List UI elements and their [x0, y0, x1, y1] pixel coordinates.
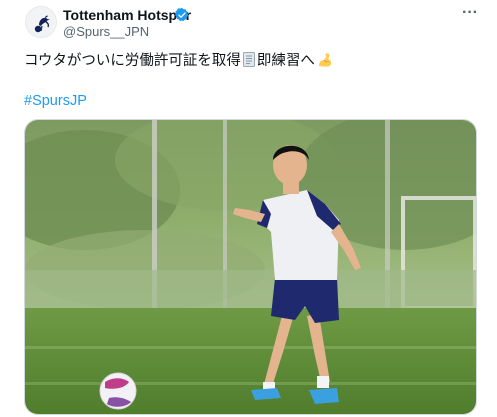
verified-badge-icon	[175, 8, 189, 22]
tweet-card[interactable]: Tottenham Hotspur @Spurs__JPN ··· コウタがつい…	[0, 0, 497, 417]
tweet-text-part1: コウタがついに労働許可証を取得	[24, 53, 241, 69]
hashtag-link[interactable]: #SpursJP	[24, 92, 87, 110]
author-name[interactable]: Tottenham Hotspur	[63, 7, 191, 24]
more-options-icon[interactable]: ···	[460, 4, 480, 22]
tweet-text: コウタがついに労働許可証を取得 即練習へ	[24, 51, 333, 71]
avatar[interactable]	[25, 6, 57, 38]
tweet-text-part2: 即練習へ	[256, 53, 315, 69]
training-photo-image	[25, 120, 476, 414]
tweet-photo[interactable]	[24, 119, 477, 415]
document-emoji-icon	[242, 52, 255, 67]
author-handle[interactable]: @Spurs__JPN	[63, 24, 149, 40]
flexed-biceps-emoji-icon	[318, 53, 332, 67]
spurs-crest-icon	[26, 7, 56, 37]
